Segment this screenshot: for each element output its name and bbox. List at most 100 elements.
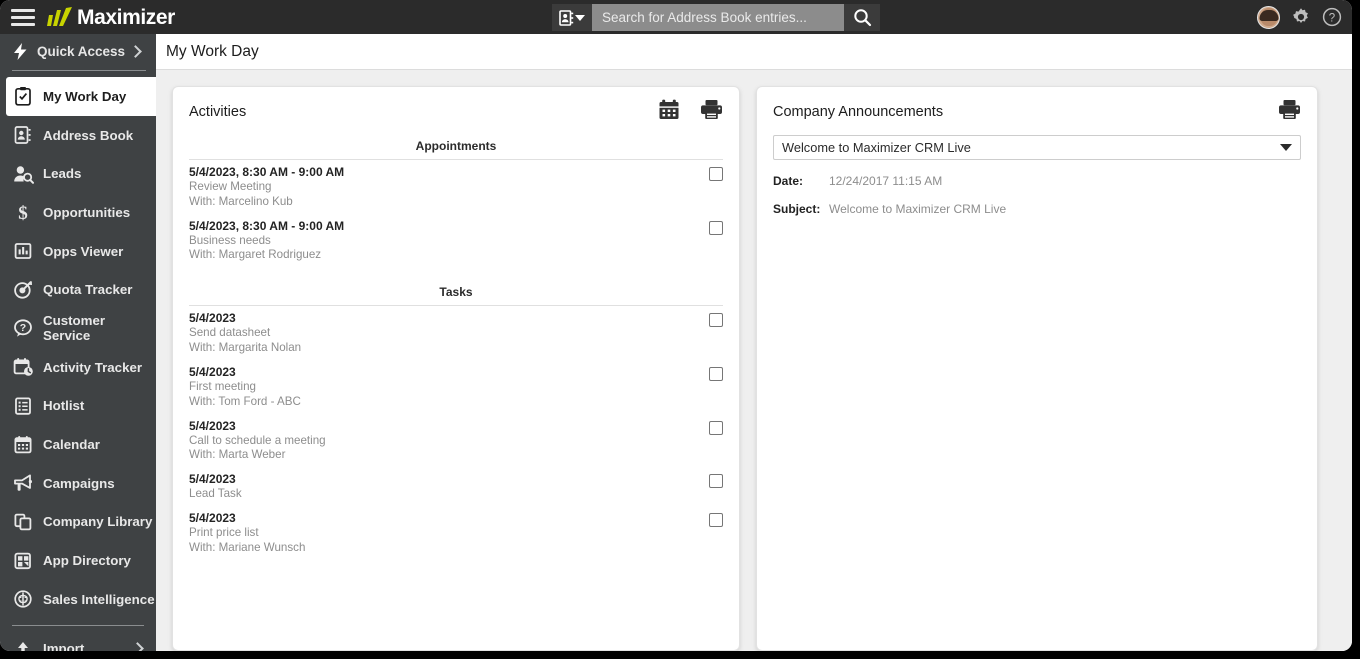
sidebar-item-activity-tracker[interactable]: Activity Tracker xyxy=(0,348,156,387)
dashboard-panels: Activities Appointments 5/4/2023, 8:30 A… xyxy=(156,70,1352,651)
tasks-description: Lead Task xyxy=(189,487,242,501)
global-search xyxy=(552,4,880,31)
address-book-scope-button[interactable] xyxy=(552,4,592,31)
tasks-details: 5/4/2023 Print price list With: Mariane Wu… xyxy=(189,511,709,556)
sidebar-item-app-directory[interactable]: App Directory xyxy=(0,541,156,580)
sidebar-divider-top xyxy=(12,70,146,71)
sidebar-item-import[interactable]: Import xyxy=(0,630,156,651)
sidebar-item-label: Company Library xyxy=(43,514,153,530)
address-book-icon xyxy=(559,9,574,26)
appointments-description: Business needs xyxy=(189,233,271,247)
tasks-datetime: 5/4/2023 xyxy=(189,418,236,433)
hamburger-menu-icon[interactable] xyxy=(6,8,40,26)
app-logo-text: Maximizer xyxy=(77,5,175,29)
tasks-contact: With: Tom Ford - ABC xyxy=(189,394,301,408)
chevron-right-icon xyxy=(129,44,142,58)
sidebar-item-label-import: Import xyxy=(43,641,85,651)
app-logo[interactable]: Maximizer xyxy=(44,6,175,28)
appointments-list: 5/4/2023, 8:30 AM - 9:00 AM Review Meetin… xyxy=(173,160,739,267)
announcement-selected-option: Welcome to Maximizer CRM Live xyxy=(782,140,971,155)
appointments-datetime: 5/4/2023, 8:30 AM - 9:00 AM xyxy=(189,218,345,233)
sidebar-item-label: Leads xyxy=(43,166,82,182)
announcement-select[interactable]: Welcome to Maximizer CRM Live xyxy=(773,135,1301,160)
sidebar-item-hotlist[interactable]: Hotlist xyxy=(0,387,156,426)
tasks-details: 5/4/2023 Call to schedule a meeting With: … xyxy=(189,419,709,464)
appointments-row[interactable]: 5/4/2023, 8:30 AM - 9:00 AM Business need… xyxy=(189,214,723,268)
puzzle-apps-icon xyxy=(12,550,34,572)
tasks-list: 5/4/2023 Send datasheet With: Margarita No… xyxy=(173,306,739,559)
tasks-checkbox[interactable] xyxy=(709,513,723,528)
announcement-subject-label: Subject: xyxy=(773,202,821,216)
sidebar-item-sales-intelligence[interactable]: Sales Intelligence xyxy=(0,580,156,619)
app-window: Maximizer Search for Address Book entrie… xyxy=(0,0,1352,651)
page-header: My Work Day xyxy=(156,34,1352,70)
person-search-icon xyxy=(12,163,34,185)
sidebar-divider-bottom xyxy=(12,624,144,626)
sidebar-item-opportunities[interactable]: $ Opportunities xyxy=(0,193,156,232)
appointments-contact: With: Marcelino Kub xyxy=(189,194,293,208)
sidebar-quick-access[interactable]: Quick Access xyxy=(0,34,156,68)
search-button[interactable] xyxy=(844,4,880,31)
sidebar-item-label: Hotlist xyxy=(43,398,85,414)
tasks-row[interactable]: 5/4/2023 Print price list With: Mariane Wu… xyxy=(189,506,723,560)
chevron-right-icon-import xyxy=(131,642,144,651)
printer-icon[interactable] xyxy=(1278,99,1301,125)
tasks-checkbox[interactable] xyxy=(709,366,723,381)
appointments-contact: With: Margaret Rodriguez xyxy=(189,248,322,262)
appointments-checkbox[interactable] xyxy=(709,167,723,181)
sidebar-item-label: App Directory xyxy=(43,553,131,569)
tasks-description: Call to schedule a meeting xyxy=(189,433,326,447)
appointments-checkbox[interactable] xyxy=(709,220,723,235)
bar-chart-box-icon xyxy=(12,240,34,262)
upload-arrow-icon xyxy=(12,638,34,651)
tasks-contact: With: Mariane Wunsch xyxy=(189,540,306,554)
tasks-description: Send datasheet xyxy=(189,326,271,340)
tasks-heading: Tasks xyxy=(189,281,723,307)
calendar-icon[interactable] xyxy=(658,99,680,125)
printer-icon[interactable] xyxy=(700,99,723,125)
sidebar-item-calendar[interactable]: Calendar xyxy=(0,425,156,464)
tasks-row[interactable]: 5/4/2023 Send datasheet With: Margarita No… xyxy=(189,306,723,360)
sidebar-item-opps-viewer[interactable]: Opps Viewer xyxy=(0,232,156,271)
quick-access-label: Quick Access xyxy=(37,43,126,59)
company-announcements-panel: Company Announcements Welcome to Maximiz… xyxy=(756,86,1318,651)
help-question-icon: ? xyxy=(1322,7,1342,27)
top-navigation-bar: Maximizer Search for Address Book entrie… xyxy=(0,0,1352,34)
search-input[interactable] xyxy=(592,4,844,31)
tasks-contact: With: Marta Weber xyxy=(189,448,286,462)
appointments-row[interactable]: 5/4/2023, 8:30 AM - 9:00 AM Review Meetin… xyxy=(189,160,723,214)
sidebar: Quick Access My Work Day Address Book Lead… xyxy=(0,34,156,651)
tasks-checkbox[interactable] xyxy=(709,313,723,328)
main-content: My Work Day Activities Appointments 5/4/… xyxy=(156,34,1352,651)
help-button[interactable]: ? xyxy=(1322,7,1342,27)
sidebar-item-label: Address Book xyxy=(43,127,134,143)
sidebar-item-quota-tracker[interactable]: Quota Tracker xyxy=(0,270,156,309)
tasks-checkbox[interactable] xyxy=(709,420,723,435)
lightning-bolt-icon xyxy=(14,42,27,60)
search-icon xyxy=(853,9,871,27)
announcements-panel-header: Company Announcements xyxy=(757,87,1317,135)
sidebar-item-label: Opps Viewer xyxy=(43,243,124,259)
sidebar-item-my-work-day[interactable]: My Work Day xyxy=(6,77,156,116)
dollar-sign-icon: $ xyxy=(12,201,34,223)
tasks-description: First meeting xyxy=(189,379,257,393)
sidebar-item-company-library[interactable]: Company Library xyxy=(0,503,156,542)
caret-down-icon xyxy=(575,14,585,21)
tasks-row[interactable]: 5/4/2023 Lead Task xyxy=(189,467,723,506)
sidebar-item-campaigns[interactable]: Campaigns xyxy=(0,464,156,503)
settings-button[interactable] xyxy=(1291,7,1311,27)
tasks-checkbox[interactable] xyxy=(709,474,723,489)
sidebar-item-customer-service[interactable]: ? Customer Service xyxy=(0,309,156,348)
question-bubble-icon: ? xyxy=(12,317,34,339)
sidebar-item-leads[interactable]: Leads xyxy=(0,154,156,193)
tasks-row[interactable]: 5/4/2023 First meeting With: Tom Ford - AB… xyxy=(189,360,723,414)
sidebar-item-address-book[interactable]: Address Book xyxy=(0,116,156,155)
tasks-details: 5/4/2023 First meeting With: Tom Ford - AB… xyxy=(189,365,709,410)
sidebar-item-label: Activity Tracker xyxy=(43,359,143,375)
brain-icon xyxy=(12,588,34,610)
announcement-date-label: Date: xyxy=(773,174,804,188)
tasks-row[interactable]: 5/4/2023 Call to schedule a meeting With: … xyxy=(189,414,723,468)
appointments-details: 5/4/2023, 8:30 AM - 9:00 AM Business need… xyxy=(189,219,709,264)
avatar[interactable] xyxy=(1257,5,1280,29)
activities-panel-tools xyxy=(658,99,723,125)
